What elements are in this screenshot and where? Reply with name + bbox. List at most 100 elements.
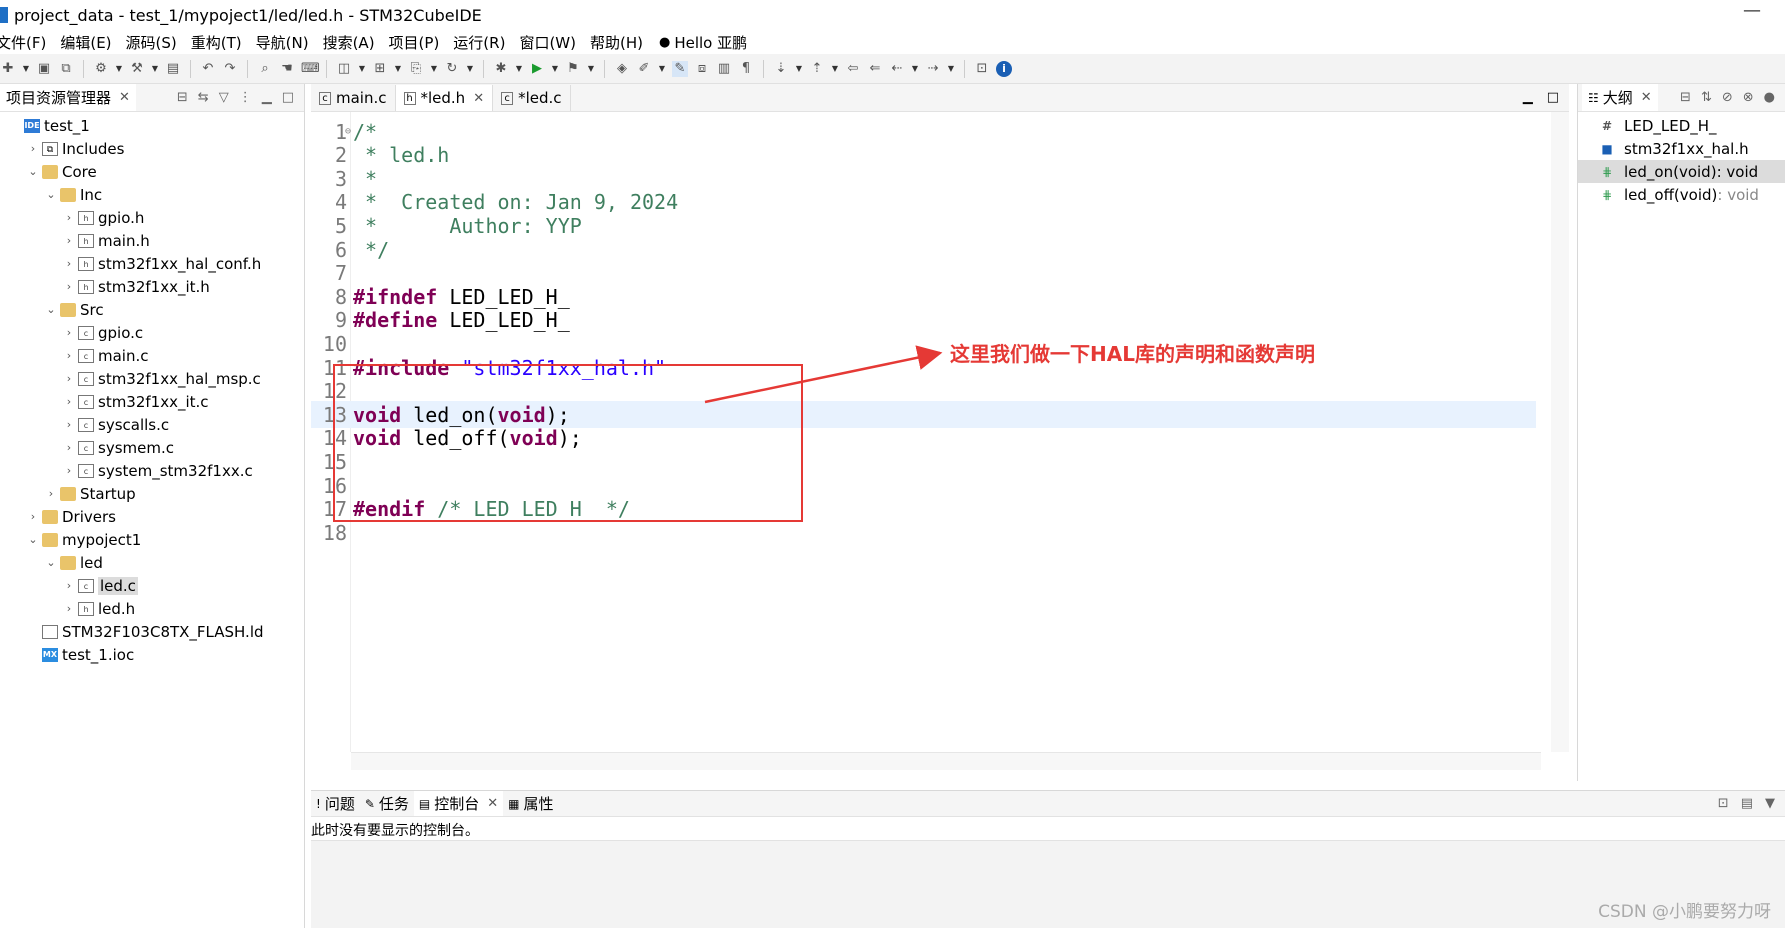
outline-item[interactable]: ■ stm32f1xx_hal.h: [1578, 137, 1785, 160]
menu-item[interactable]: 搜索(A): [323, 32, 375, 53]
bottom-tab[interactable]: ! 问题: [311, 791, 360, 816]
vertical-scrollbar[interactable]: [1551, 112, 1569, 752]
hand-icon[interactable]: ☚: [279, 61, 295, 77]
chevron-down-icon[interactable]: ⌄: [26, 165, 40, 178]
new-icon[interactable]: ✚: [0, 61, 16, 77]
dropdown-arrow-icon[interactable]: ▼: [22, 61, 30, 77]
menu-item[interactable]: 导航(N): [256, 32, 309, 53]
menu-item[interactable]: 编辑(E): [60, 32, 111, 53]
bottom-tab[interactable]: ✎ 任务: [360, 791, 414, 816]
chevron-down-icon[interactable]: ⌄: [44, 303, 58, 316]
chevron-right-icon[interactable]: ›: [62, 418, 76, 431]
debug-icon[interactable]: ✱: [493, 61, 509, 77]
tree-item[interactable]: › h stm32f1xx_it.h: [0, 275, 304, 298]
open-perspective-icon[interactable]: ⊡: [974, 61, 990, 77]
mark-occurrences-icon[interactable]: ⧈: [694, 61, 710, 77]
editor-tab[interactable]: c *led.c: [493, 85, 571, 111]
terminal-icon[interactable]: ⌨: [301, 61, 320, 77]
refresh-icon[interactable]: ↻: [444, 61, 460, 77]
close-icon[interactable]: ✕: [473, 91, 484, 106]
tree-item[interactable]: › c stm32f1xx_it.c: [0, 390, 304, 413]
tree-item[interactable]: ⌄ Src: [0, 298, 304, 321]
tree-item[interactable]: › c main.c: [0, 344, 304, 367]
prev-annotation-icon[interactable]: ⇡: [809, 61, 825, 77]
menu-item[interactable]: 运行(R): [453, 32, 505, 53]
menu-item[interactable]: 项目(P): [389, 32, 440, 53]
dropdown-arrow-icon[interactable]: ▼: [466, 61, 474, 77]
link-editor-icon[interactable]: ⇆: [198, 90, 209, 105]
chevron-right-icon[interactable]: ›: [44, 487, 58, 500]
next-annotation-icon[interactable]: ⇣: [773, 61, 789, 77]
chevron-right-icon[interactable]: ›: [62, 234, 76, 247]
tree-item[interactable]: › h stm32f1xx_hal_conf.h: [0, 252, 304, 275]
search-icon[interactable]: ⌕: [257, 61, 273, 77]
dropdown-arrow-icon[interactable]: ▼: [430, 61, 438, 77]
build-hammer-icon[interactable]: ⚒: [129, 61, 145, 77]
last-edit-icon[interactable]: ⇦: [845, 61, 861, 77]
tree-item[interactable]: › ⧉ Includes: [0, 137, 304, 160]
chevron-right-icon[interactable]: ›: [62, 464, 76, 477]
tree-item[interactable]: › c system_stm32f1xx.c: [0, 459, 304, 482]
collapse-all-icon[interactable]: ⊟: [177, 90, 188, 105]
filter-icon[interactable]: ▽: [219, 90, 229, 105]
undo-icon[interactable]: ↶: [200, 61, 216, 77]
console-body[interactable]: [311, 841, 1785, 928]
tab-project-explorer[interactable]: 项目资源管理器 ✕: [0, 84, 136, 111]
outline-item[interactable]: ⋕ led_on(void) : void: [1578, 160, 1785, 183]
open-console-icon[interactable]: ⊡: [1718, 796, 1729, 811]
menu-item[interactable]: 文件(F): [0, 32, 46, 53]
tree-item[interactable]: › c stm32f1xx_hal_msp.c: [0, 367, 304, 390]
tree-item[interactable]: › h gpio.h: [0, 206, 304, 229]
bottom-tab[interactable]: ▤ 控制台 ✕: [413, 791, 504, 816]
hide-fields-icon[interactable]: ⊘: [1722, 90, 1733, 105]
dropdown-arrow-icon[interactable]: ▼: [911, 61, 919, 77]
tree-item[interactable]: › Drivers: [0, 505, 304, 528]
dropdown-arrow-icon[interactable]: ▼: [151, 61, 159, 77]
menu-item[interactable]: 窗口(W): [519, 32, 576, 53]
editor-tab[interactable]: c main.c: [311, 85, 396, 111]
open-type-icon[interactable]: ◈: [614, 61, 630, 77]
sync-icon[interactable]: ●: [1764, 90, 1775, 105]
chevron-down-icon[interactable]: ⌄: [44, 188, 58, 201]
tree-item[interactable]: › c led.c: [0, 574, 304, 597]
hide-static-icon[interactable]: ⊗: [1743, 90, 1754, 105]
sort-icon[interactable]: ⇅: [1701, 90, 1712, 105]
back-icon[interactable]: ⇠: [889, 61, 905, 77]
tree-item[interactable]: › h main.h: [0, 229, 304, 252]
dropdown-arrow-icon[interactable]: ▼: [394, 61, 402, 77]
minimize-icon[interactable]: ▁: [1523, 90, 1533, 105]
open-element-icon[interactable]: ✐: [636, 61, 652, 77]
view-menu-icon[interactable]: ▼: [1765, 796, 1775, 811]
chevron-down-icon[interactable]: ⌄: [26, 533, 40, 546]
chevron-right-icon[interactable]: ›: [62, 257, 76, 270]
view-menu-icon[interactable]: ⋮: [239, 90, 252, 105]
tab-outline[interactable]: ☷ 大纲 ✕: [1582, 84, 1658, 111]
forward-icon[interactable]: ⇢: [925, 61, 941, 77]
chevron-right-icon[interactable]: ›: [62, 579, 76, 592]
chevron-right-icon[interactable]: ›: [26, 510, 40, 523]
tree-item[interactable]: › c gpio.c: [0, 321, 304, 344]
redo-icon[interactable]: ↷: [222, 61, 238, 77]
info-icon[interactable]: i: [996, 60, 1012, 77]
menu-item[interactable]: 重构(T): [191, 32, 242, 53]
collapse-all-icon[interactable]: ⊟: [1680, 90, 1691, 105]
settings-icon[interactable]: ⚙: [93, 61, 109, 77]
save-all-icon[interactable]: ⧉: [58, 61, 74, 77]
minimize-icon[interactable]: ▁: [262, 90, 272, 105]
tree-item[interactable]: MX test_1.ioc: [0, 643, 304, 666]
tree-item[interactable]: ⌄ led: [0, 551, 304, 574]
new-file-icon[interactable]: ⎘: [408, 61, 424, 77]
chevron-right-icon[interactable]: ›: [62, 211, 76, 224]
dropdown-arrow-icon[interactable]: ▼: [515, 61, 523, 77]
horizontal-scrollbar[interactable]: [351, 752, 1541, 770]
block-selection-icon[interactable]: ▥: [716, 61, 732, 77]
tree-item[interactable]: ⌄ Inc: [0, 183, 304, 206]
outline-item[interactable]: ⋕ led_off(void) : void: [1578, 183, 1785, 206]
run-icon[interactable]: ▶: [529, 61, 545, 77]
chevron-right-icon[interactable]: ›: [62, 441, 76, 454]
dropdown-arrow-icon[interactable]: ▼: [947, 61, 955, 77]
editor-tab[interactable]: h *led.h ✕: [395, 85, 494, 111]
toggle-highlight-icon[interactable]: ✎: [672, 60, 688, 77]
dropdown-arrow-icon[interactable]: ▼: [795, 61, 803, 77]
chevron-right-icon[interactable]: ›: [62, 395, 76, 408]
